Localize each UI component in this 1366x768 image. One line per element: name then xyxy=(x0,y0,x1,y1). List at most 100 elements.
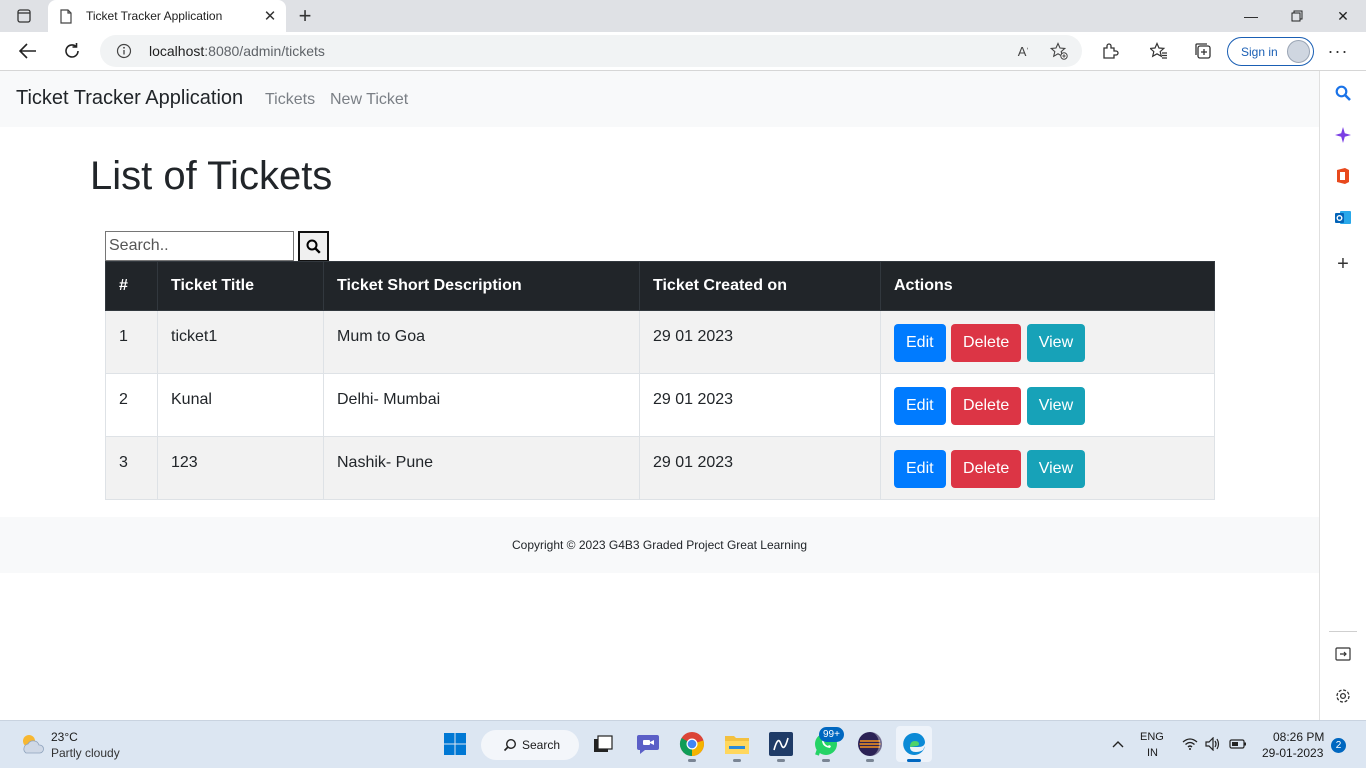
sign-in-button[interactable]: Sign in xyxy=(1227,37,1314,66)
search-icon xyxy=(306,239,321,254)
cell-title: ticket1 xyxy=(157,310,324,374)
eclipse-icon[interactable] xyxy=(855,729,885,762)
wifi-icon[interactable] xyxy=(1180,729,1200,759)
input-language[interactable]: ENG xyxy=(1140,731,1164,743)
sidebar-settings-icon[interactable] xyxy=(1333,686,1353,706)
more-menu-icon[interactable]: ··· xyxy=(1326,40,1350,62)
cell-created-on: 29 01 2023 xyxy=(639,310,881,374)
running-indicator xyxy=(777,759,785,762)
favorites-icon[interactable] xyxy=(1145,38,1173,64)
whatsapp-unread-badge: 99+ xyxy=(819,727,844,742)
cell-actions: Edit Delete View xyxy=(880,436,1215,500)
volume-icon[interactable] xyxy=(1203,729,1223,759)
chat-icon[interactable] xyxy=(633,729,663,759)
close-tab-icon[interactable]: ✕ xyxy=(258,4,282,28)
view-button[interactable]: View xyxy=(1026,387,1086,425)
edit-button[interactable]: Edit xyxy=(894,450,946,488)
cell-description: Nashik- Pune xyxy=(323,436,640,500)
cell-title: Kunal xyxy=(157,373,324,437)
running-indicator xyxy=(822,759,830,762)
cell-actions: Edit Delete View xyxy=(880,373,1215,437)
running-indicator xyxy=(688,759,696,762)
view-button[interactable]: View xyxy=(1026,450,1086,488)
hide-sidebar-icon[interactable] xyxy=(1333,644,1353,664)
column-header-title: Ticket Title xyxy=(157,261,324,311)
table-header-row: # Ticket Title Ticket Short Description … xyxy=(105,261,1215,311)
edge-icon[interactable] xyxy=(896,726,932,762)
office-icon[interactable] xyxy=(1333,166,1353,186)
battery-icon[interactable] xyxy=(1227,729,1249,759)
tickets-table: # Ticket Title Ticket Short Description … xyxy=(105,261,1215,500)
read-aloud-icon[interactable]: Aʼ xyxy=(1013,41,1033,61)
site-info-icon[interactable] xyxy=(116,43,132,59)
edit-button[interactable]: Edit xyxy=(894,387,946,425)
chrome-icon[interactable] xyxy=(677,729,707,762)
navbar: Ticket Tracker Application Tickets New T… xyxy=(0,71,1319,127)
tab-actions-icon[interactable] xyxy=(12,6,36,26)
clock-date[interactable]: 29-01-2023 xyxy=(1262,746,1323,760)
search-button[interactable] xyxy=(298,231,329,262)
table-row: 1 ticket1 Mum to Goa 29 01 2023 Edit Del… xyxy=(105,310,1215,374)
add-sidebar-app-icon[interactable]: + xyxy=(1333,253,1353,275)
input-region[interactable]: IN xyxy=(1147,747,1158,759)
cell-created-on: 29 01 2023 xyxy=(639,436,881,500)
cell-title: 123 xyxy=(157,436,324,500)
clock-time[interactable]: 08:26 PM xyxy=(1273,730,1324,744)
restore-icon[interactable] xyxy=(1274,0,1320,32)
ssms-icon[interactable] xyxy=(766,729,796,762)
copilot-sparkle-icon[interactable] xyxy=(1333,125,1353,145)
cell-description: Mum to Goa xyxy=(323,310,640,374)
file-explorer-icon[interactable] xyxy=(722,729,752,762)
cell-id: 3 xyxy=(105,436,158,500)
nav-link-tickets[interactable]: Tickets xyxy=(265,91,315,109)
address-bar[interactable]: localhost:8080/admin/tickets Aʼ xyxy=(100,35,1082,67)
weather-description[interactable]: Partly cloudy xyxy=(51,746,120,760)
delete-button[interactable]: Delete xyxy=(951,387,1022,425)
active-indicator xyxy=(907,759,921,762)
back-icon[interactable] xyxy=(14,38,42,64)
page-icon xyxy=(60,8,76,24)
refresh-icon[interactable] xyxy=(58,38,86,64)
new-tab-icon[interactable]: + xyxy=(292,3,318,28)
search-icon xyxy=(503,738,517,752)
column-header-description: Ticket Short Description xyxy=(323,261,640,311)
delete-button[interactable]: Delete xyxy=(951,324,1022,362)
table-row: 2 Kunal Delhi- Mumbai 29 01 2023 Edit De… xyxy=(105,373,1215,437)
cell-description: Delhi- Mumbai xyxy=(323,373,640,437)
cell-actions: Edit Delete View xyxy=(880,310,1215,374)
running-indicator xyxy=(733,759,741,762)
tab-strip: Ticket Tracker Application ✕ + — ✕ xyxy=(0,0,1366,32)
extensions-icon[interactable] xyxy=(1096,38,1124,64)
view-button[interactable]: View xyxy=(1026,324,1086,362)
browser-tab[interactable]: Ticket Tracker Application ✕ xyxy=(48,0,286,32)
search-icon[interactable] xyxy=(1333,83,1353,103)
close-window-icon[interactable]: ✕ xyxy=(1320,0,1366,32)
delete-button[interactable]: Delete xyxy=(951,450,1022,488)
table-row: 3 123 Nashik- Pune 29 01 2023 Edit Delet… xyxy=(105,436,1215,500)
web-page: Ticket Tracker Application Tickets New T… xyxy=(0,71,1319,720)
weather-temperature[interactable]: 23°C xyxy=(51,730,78,744)
windows-start-icon[interactable] xyxy=(440,729,470,759)
taskbar-search-label: Search xyxy=(522,738,561,752)
nav-link-new-ticket[interactable]: New Ticket xyxy=(330,91,408,109)
show-hidden-icons[interactable] xyxy=(1107,729,1129,759)
search-input[interactable] xyxy=(105,231,294,261)
url-text: localhost:8080/admin/tickets xyxy=(149,43,325,59)
column-header-actions: Actions xyxy=(880,261,1215,311)
add-favorite-icon[interactable] xyxy=(1049,41,1069,61)
taskbar-search-box[interactable]: Search xyxy=(481,730,579,760)
cell-id: 2 xyxy=(105,373,158,437)
edit-button[interactable]: Edit xyxy=(894,324,946,362)
notification-badge[interactable]: 2 xyxy=(1331,738,1346,753)
outlook-icon[interactable] xyxy=(1333,208,1353,228)
collections-icon[interactable] xyxy=(1189,38,1217,64)
minimize-icon[interactable]: — xyxy=(1228,0,1274,32)
brand-link[interactable]: Ticket Tracker Application xyxy=(16,87,243,110)
running-indicator xyxy=(866,759,874,762)
cell-id: 1 xyxy=(105,310,158,374)
tab-title: Ticket Tracker Application xyxy=(86,9,223,23)
browser-sidebar: + xyxy=(1319,71,1366,720)
task-view-icon[interactable] xyxy=(588,729,618,759)
sidebar-divider xyxy=(1329,631,1357,632)
partly-cloudy-icon[interactable] xyxy=(18,731,46,757)
